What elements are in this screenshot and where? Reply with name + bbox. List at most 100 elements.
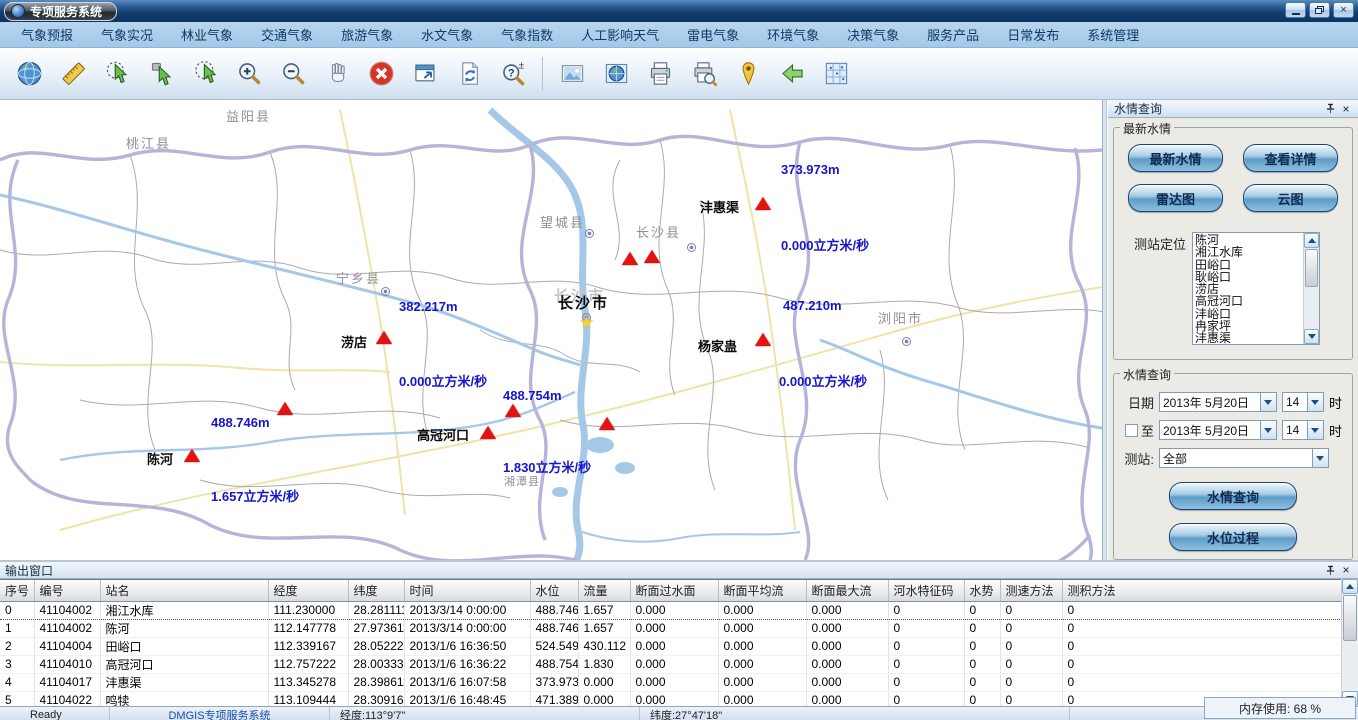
column-header[interactable]: 水位 (530, 580, 578, 601)
station-marker-icon[interactable] (505, 404, 521, 417)
map-canvas[interactable]: 益阳县桃江县望城县长沙县宁乡县浏阳市湘潭县长沙市长沙市沣惠渠涝店杨家蛊高冠河口陈… (0, 100, 1103, 560)
zoom-in-button[interactable] (230, 54, 268, 94)
app-tab[interactable]: 专项服务系统 (4, 2, 117, 21)
station-marker-icon[interactable] (480, 426, 496, 439)
select-circle-button[interactable] (186, 54, 224, 94)
pin-icon[interactable] (1322, 563, 1338, 578)
date-to-select[interactable]: 2013年 5月20日 (1159, 420, 1277, 440)
menu-item-3[interactable]: 交通气象 (248, 22, 326, 47)
menu-item-13[interactable]: 系统管理 (1074, 22, 1152, 47)
station-listbox[interactable]: 陈河湘江水库田峪口耿峪口涝店高冠河口沣峪口冉家坪沣惠渠 (1192, 232, 1320, 345)
table-scrollbar[interactable] (1341, 579, 1358, 706)
dropdown-arrow-icon[interactable] (1307, 393, 1323, 411)
column-header[interactable]: 纬度 (348, 580, 404, 601)
column-header[interactable]: 测速方法 (1000, 580, 1062, 601)
column-header[interactable]: 序号 (0, 580, 34, 601)
hour-to-select[interactable]: 14 (1282, 420, 1324, 440)
station-marker-icon[interactable] (622, 252, 638, 265)
table-row[interactable]: 441104017沣惠渠113.34527828.3986112013/1/6 … (0, 673, 1341, 691)
hour-from-select[interactable]: 14 (1282, 392, 1324, 412)
select-lasso-button[interactable] (98, 54, 136, 94)
column-header[interactable]: 水势 (964, 580, 1000, 601)
column-header[interactable]: 断面最大流 (806, 580, 888, 601)
station-marker-icon[interactable] (755, 197, 771, 210)
menu-item-9[interactable]: 环境气象 (754, 22, 832, 47)
locate-button[interactable] (729, 54, 767, 94)
column-header[interactable]: 断面平均流 (718, 580, 806, 601)
table-row[interactable]: 141104002陈河112.14777827.9736112013/3/14 … (0, 619, 1341, 637)
view-detail-button[interactable]: 查看详情 (1243, 144, 1338, 172)
full-extent-button[interactable] (406, 54, 444, 94)
menu-item-5[interactable]: 水文气象 (408, 22, 486, 47)
print-button[interactable] (641, 54, 679, 94)
station-marker-icon[interactable] (184, 449, 200, 462)
station-select[interactable]: 全部 (1159, 448, 1329, 468)
export-image-button[interactable] (553, 54, 591, 94)
zoom-out-button[interactable] (274, 54, 312, 94)
measure-tool-button[interactable] (54, 54, 92, 94)
restore-button[interactable] (1309, 2, 1330, 18)
identify-button[interactable]: ±? (494, 54, 532, 94)
column-header[interactable]: 河水特征码 (888, 580, 964, 601)
menu-item-0[interactable]: 气象预报 (8, 22, 86, 47)
water-level-process-button[interactable]: 水位过程 (1169, 523, 1297, 551)
back-button[interactable] (773, 54, 811, 94)
menu-item-12[interactable]: 日常发布 (994, 22, 1072, 47)
map-view-button[interactable] (597, 54, 635, 94)
list-item[interactable]: 湘江水库 (1195, 246, 1303, 258)
radar-chart-button[interactable]: 雷达图 (1128, 184, 1223, 212)
column-header[interactable]: 经度 (268, 580, 348, 601)
scroll-up-icon[interactable] (1304, 233, 1319, 248)
column-header[interactable]: 站名 (100, 580, 268, 601)
list-item[interactable]: 高冠河口 (1195, 295, 1303, 307)
date-from-select[interactable]: 2013年 5月20日 (1159, 392, 1277, 412)
panel-close-icon[interactable]: × (1338, 101, 1354, 116)
data-table-container[interactable]: 序号编号站名经度纬度时间水位流量断面过水面断面平均流断面最大流河水特征码水势测速… (0, 579, 1341, 706)
menu-item-8[interactable]: 雷电气象 (674, 22, 752, 47)
cloud-image-button[interactable]: 云图 (1243, 184, 1338, 212)
table-row[interactable]: 241104004田峪口112.33916728.0522222013/1/6 … (0, 637, 1341, 655)
column-header[interactable]: 编号 (34, 580, 100, 601)
table-row[interactable]: 541104022鸣犊113.10944428.3091672013/1/6 1… (0, 691, 1341, 706)
close-button[interactable]: × (1333, 2, 1354, 18)
to-date-checkbox[interactable] (1125, 424, 1138, 437)
menu-item-6[interactable]: 气象指数 (488, 22, 566, 47)
table-row[interactable]: 041104002湘江水库111.23000028.2811112013/3/1… (0, 601, 1341, 619)
dropdown-arrow-icon[interactable] (1307, 421, 1323, 439)
column-header[interactable]: 断面过水面 (630, 580, 718, 601)
list-scrollbar[interactable] (1303, 233, 1319, 344)
menu-item-11[interactable]: 服务产品 (914, 22, 992, 47)
station-marker-icon[interactable] (599, 417, 615, 430)
station-marker-icon[interactable] (277, 402, 293, 415)
scroll-up-icon[interactable] (1342, 579, 1358, 594)
menu-item-2[interactable]: 林业气象 (168, 22, 246, 47)
pin-icon[interactable] (1322, 101, 1338, 116)
menu-item-4[interactable]: 旅游气象 (328, 22, 406, 47)
stop-button[interactable] (362, 54, 400, 94)
menu-item-1[interactable]: 气象实况 (88, 22, 166, 47)
station-marker-icon[interactable] (644, 250, 660, 263)
water-query-button[interactable]: 水情查询 (1169, 482, 1297, 510)
output-close-icon[interactable]: × (1338, 563, 1354, 578)
station-marker-icon[interactable] (755, 333, 771, 346)
globe-tool-button[interactable] (10, 54, 48, 94)
table-row[interactable]: 341104010高冠河口112.75722228.0033332013/1/6… (0, 655, 1341, 673)
column-header[interactable]: 时间 (404, 580, 530, 601)
menu-item-7[interactable]: 人工影响天气 (568, 22, 672, 47)
dropdown-arrow-icon[interactable] (1260, 421, 1276, 439)
print-preview-button[interactable] (685, 54, 723, 94)
dropdown-arrow-icon[interactable] (1312, 449, 1328, 467)
grid-map-button[interactable] (817, 54, 855, 94)
station-marker-icon[interactable] (376, 331, 392, 344)
scroll-thumb[interactable] (1305, 249, 1318, 287)
refresh-button[interactable] (450, 54, 488, 94)
select-arrow-button[interactable] (142, 54, 180, 94)
latest-water-button[interactable]: 最新水情 (1128, 144, 1223, 172)
menu-item-10[interactable]: 决策气象 (834, 22, 912, 47)
column-header[interactable]: 流量 (578, 580, 630, 601)
dropdown-arrow-icon[interactable] (1260, 393, 1276, 411)
pan-tool-button[interactable] (318, 54, 356, 94)
minimize-button[interactable] (1285, 2, 1306, 18)
column-header[interactable]: 测积方法 (1062, 580, 1341, 601)
scroll-down-icon[interactable] (1304, 329, 1319, 344)
